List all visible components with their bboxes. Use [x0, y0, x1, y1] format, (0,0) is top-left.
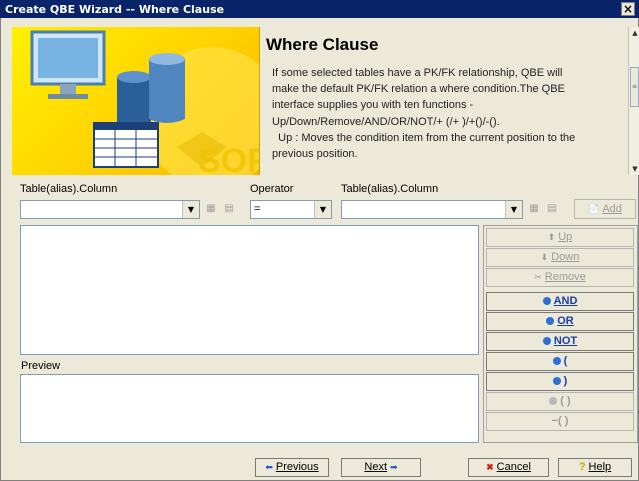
next-button[interactable]: Next ➡	[341, 458, 421, 477]
remove-parens-button[interactable]: −( )	[486, 412, 634, 431]
chevron-down-icon[interactable]: ▼	[182, 201, 199, 218]
operator-bullet-icon	[542, 337, 551, 346]
plus-icon	[549, 397, 558, 406]
arrow-down-icon: ⬇	[540, 252, 549, 262]
operator-bullet-icon	[552, 377, 561, 386]
save-icon[interactable]: ▤	[544, 201, 560, 217]
description-line: Up/Down/Remove/AND/OR/NOT/+ (/+ )/+()/-(…	[272, 115, 500, 128]
description-line: If some selected tables have a PK/FK rel…	[272, 67, 563, 79]
not-button[interactable]: NOT	[486, 332, 634, 351]
operator-bullet-icon	[552, 357, 561, 366]
logo-watermark: SOF	[198, 142, 260, 175]
operator-bullet-icon	[542, 297, 551, 306]
help-icon: ?	[578, 461, 586, 473]
operator-button-panel: ⬆ Up ⬇ Down ✂ Remove AND OR NOT ( ) ( ) −( …	[483, 225, 638, 443]
down-button[interactable]: ⬇ Down	[486, 248, 634, 267]
description-line: interface supplies you with ten function…	[272, 99, 474, 112]
operator-label: Operator	[250, 183, 294, 195]
condition-list[interactable]	[20, 225, 479, 355]
right-column-combo[interactable]: ▼	[341, 200, 523, 219]
operator-combo[interactable]: = ▼	[250, 200, 332, 219]
scroll-thumb[interactable]: ≡	[630, 67, 639, 107]
operator-bullet-icon	[546, 317, 555, 326]
remove-button[interactable]: ✂ Remove	[486, 268, 634, 287]
add-button[interactable]: 📄 Add	[574, 199, 636, 219]
add-parens-button[interactable]: ( )	[486, 392, 634, 411]
title-bar: Create QBE Wizard -- Where Clause ×	[0, 0, 639, 18]
scroll-up-arrow-icon[interactable]: ▲	[629, 27, 639, 39]
database-illustration-icon: SOF	[30, 30, 260, 175]
page-title: Where Clause	[266, 35, 379, 54]
close-icon[interactable]: ×	[621, 2, 635, 16]
arrow-up-icon: ⬆	[547, 232, 556, 242]
preview-panel	[20, 374, 479, 443]
and-button[interactable]: AND	[486, 292, 634, 311]
column-picker-icon[interactable]: ▦	[526, 201, 542, 217]
open-paren-button[interactable]: (	[486, 352, 634, 371]
right-column-label: Table(alias).Column	[341, 183, 439, 195]
operator-value: =	[254, 203, 261, 215]
banner-image: SOF	[12, 27, 260, 175]
arrow-left-icon: ⬅	[265, 462, 273, 472]
description-line: make the default PK/FK relation a where …	[272, 83, 565, 96]
description-scrollbar[interactable]: ▲ ≡ ▼	[628, 27, 639, 175]
chevron-down-icon[interactable]: ▼	[505, 201, 522, 218]
column-picker-icon[interactable]: ▦	[203, 201, 219, 217]
or-button[interactable]: OR	[486, 312, 634, 331]
wizard-window: SOF Where Clause If some selected tables…	[0, 18, 639, 481]
description-line: Up : Moves the condition item from the c…	[278, 131, 576, 144]
window-title: Create QBE Wizard -- Where Clause	[5, 3, 225, 16]
arrow-right-icon: ➡	[390, 462, 398, 472]
preview-label: Preview	[21, 360, 61, 372]
close-paren-button[interactable]: )	[486, 372, 634, 391]
left-column-combo[interactable]: ▼	[20, 200, 200, 219]
description-line: previous position.	[272, 148, 358, 161]
header-description: If some selected tables have a PK/FK rel…	[272, 65, 620, 162]
left-column-label: Table(alias).Column	[20, 183, 118, 195]
header-description-panel: Where Clause If some selected tables hav…	[260, 27, 628, 175]
chevron-down-icon[interactable]: ▼	[314, 201, 331, 218]
previous-button[interactable]: ⬅ Previous	[255, 458, 329, 477]
cancel-button[interactable]: ✖ Cancel	[468, 458, 549, 477]
cancel-icon: ✖	[486, 462, 494, 472]
help-button[interactable]: ? Help	[558, 458, 632, 477]
up-button[interactable]: ⬆ Up	[486, 228, 634, 247]
remove-icon: ✂	[534, 272, 542, 282]
add-icon: 📄	[588, 204, 600, 214]
save-icon[interactable]: ▤	[221, 201, 237, 217]
scroll-down-arrow-icon[interactable]: ▼	[629, 163, 639, 175]
